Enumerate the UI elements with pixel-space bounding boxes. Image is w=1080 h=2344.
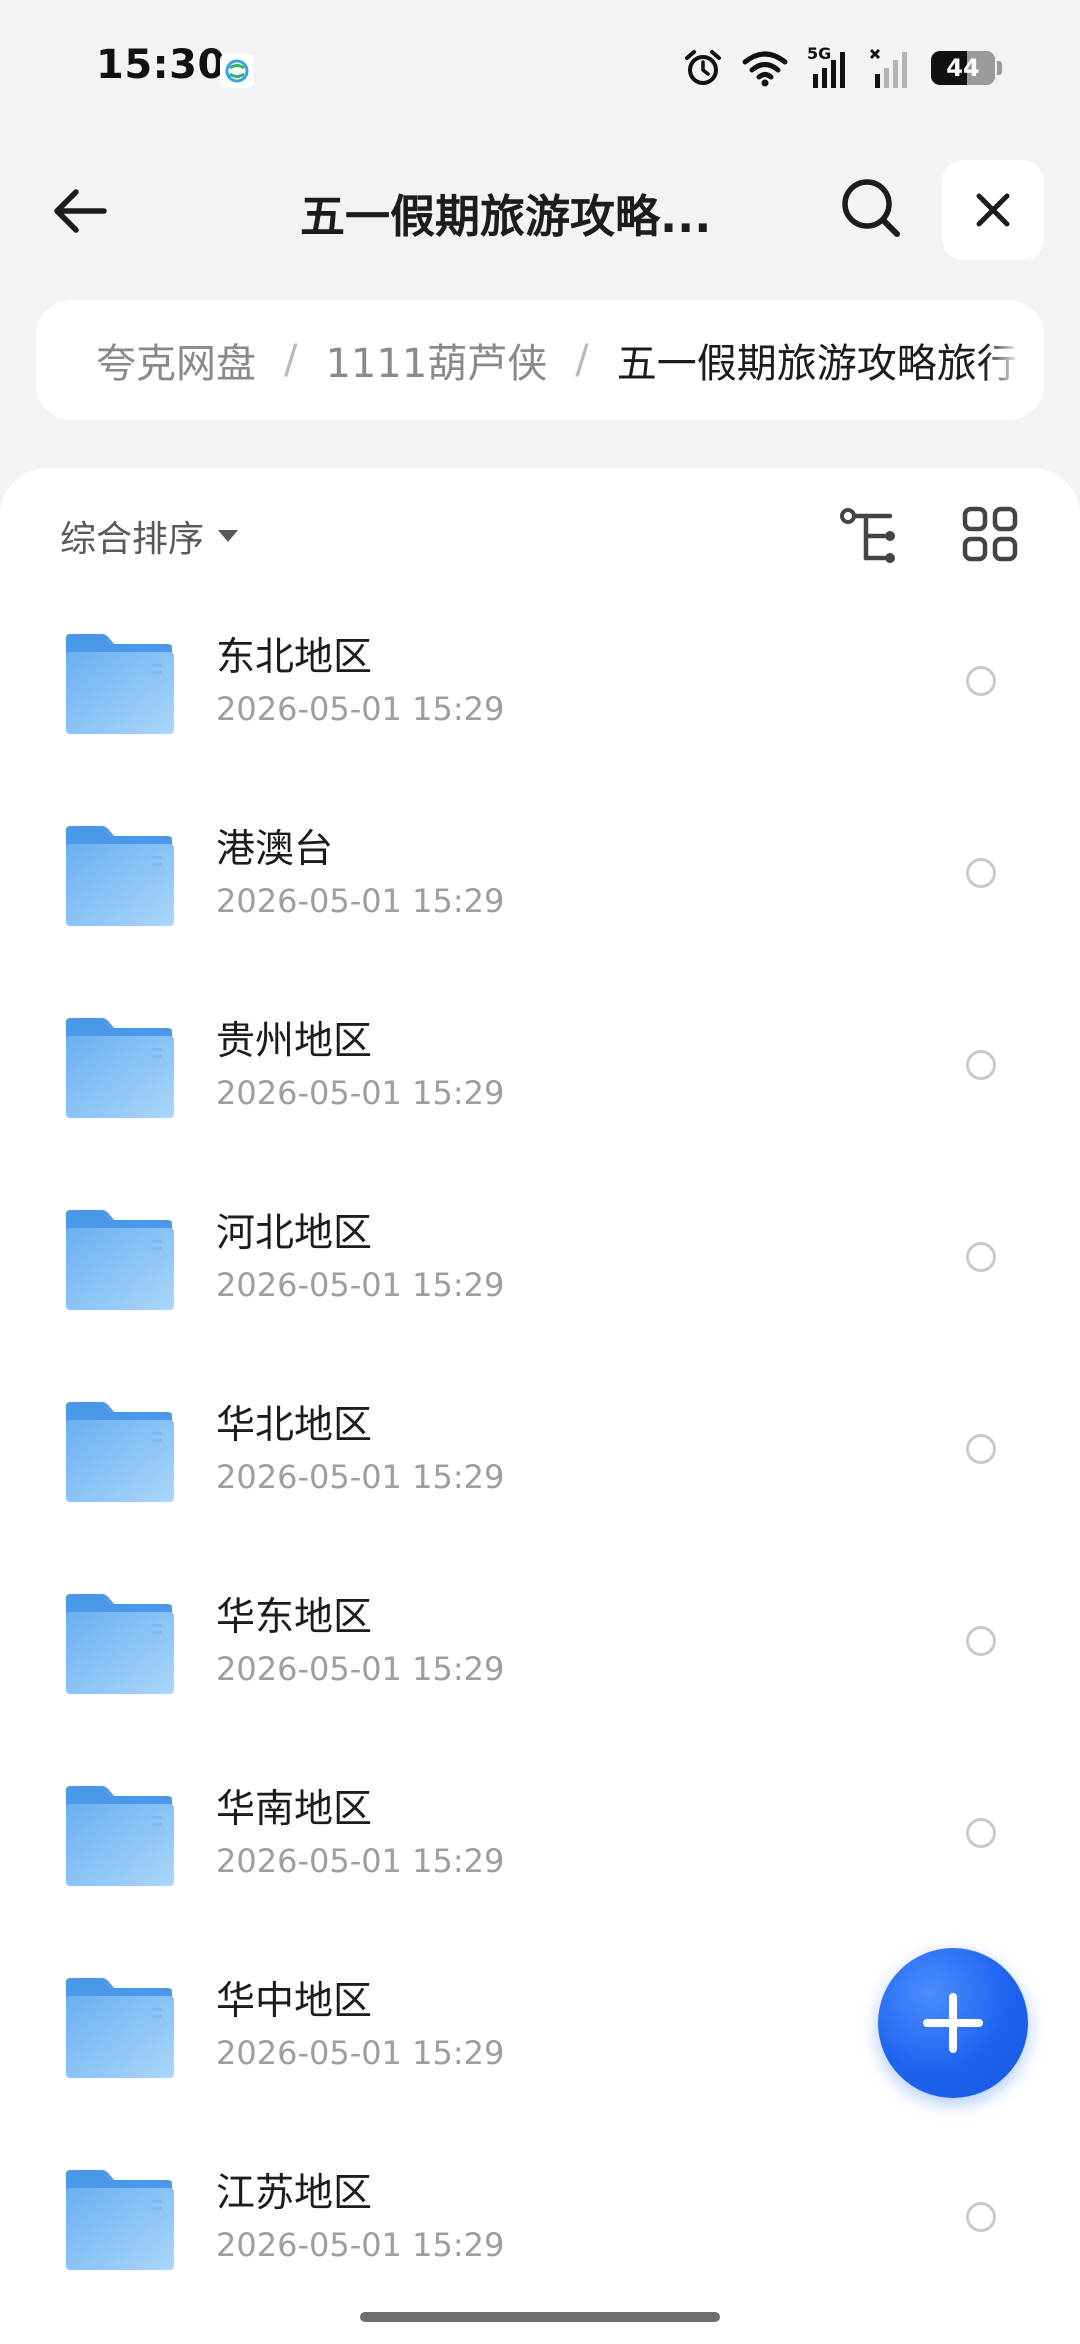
file-date: 2026-05-01 15:29	[216, 1266, 505, 1304]
alarm-icon	[685, 50, 721, 85]
file-row[interactable]: 华南地区 2026-05-01 15:29	[0, 1740, 1080, 1932]
folder-icon	[66, 826, 174, 926]
file-row[interactable]: 华北地区 2026-05-01 15:29	[0, 1356, 1080, 1548]
breadcrumb-separator: /	[575, 337, 589, 383]
select-checkbox[interactable]	[966, 666, 996, 696]
back-button[interactable]	[44, 175, 116, 247]
file-name: 华南地区	[216, 1787, 373, 1832]
file-row[interactable]: 东北地区 2026-05-01 15:29	[0, 588, 1080, 780]
breadcrumb-separator: /	[284, 337, 298, 383]
file-date: 2026-05-01 15:29	[216, 882, 505, 920]
page-title: 五一假期旅游攻略...	[300, 190, 712, 243]
file-date: 2026-05-01 15:29	[216, 1074, 505, 1112]
signal-icon	[813, 52, 845, 88]
file-date: 2026-05-01 15:29	[216, 1458, 505, 1496]
file-row[interactable]: 贵州地区 2026-05-01 15:29	[0, 972, 1080, 1164]
select-checkbox[interactable]	[966, 1242, 996, 1272]
file-row[interactable]: 江苏地区 2026-05-01 15:29	[0, 2124, 1080, 2316]
breadcrumb-item-root[interactable]: 夸克网盘	[96, 331, 256, 389]
select-checkbox[interactable]	[966, 1818, 996, 1848]
file-date: 2026-05-01 15:29	[216, 690, 505, 728]
arrow-left-icon	[54, 189, 107, 233]
sort-dropdown[interactable]: 综合排序	[60, 510, 239, 562]
close-button[interactable]	[942, 160, 1044, 260]
grid-view-icon[interactable]	[962, 506, 1018, 562]
search-icon	[842, 179, 900, 237]
sort-label: 综合排序	[60, 519, 205, 560]
folder-icon	[66, 1210, 174, 1310]
list-toolbar: 综合排序	[0, 468, 1080, 598]
file-name: 东北地区	[216, 635, 373, 680]
file-name: 河北地区	[216, 1211, 373, 1256]
file-row[interactable]: 港澳台 2026-05-01 15:29	[0, 780, 1080, 972]
select-checkbox[interactable]	[966, 2202, 996, 2232]
select-checkbox[interactable]	[966, 858, 996, 888]
folder-icon	[66, 1978, 174, 2078]
file-date: 2026-05-01 15:29	[216, 2034, 505, 2072]
file-name: 港澳台	[216, 827, 334, 872]
breadcrumb-item-parent[interactable]: 1111葫芦侠	[325, 331, 547, 389]
file-name: 贵州地区	[216, 1019, 373, 1064]
folder-icon	[66, 634, 174, 734]
select-checkbox[interactable]	[966, 1626, 996, 1656]
file-date: 2026-05-01 15:29	[216, 2226, 505, 2264]
breadcrumb-item-current: 五一假期旅游攻略旅行	[616, 341, 1017, 387]
file-date: 2026-05-01 15:29	[216, 1650, 505, 1688]
file-name: 华北地区	[216, 1403, 373, 1448]
file-name: 江苏地区	[216, 2171, 373, 2216]
add-button[interactable]	[878, 1948, 1028, 2098]
header: 五一假期旅游攻略...	[0, 150, 1080, 270]
folder-icon	[66, 1594, 174, 1694]
folder-icon	[66, 1786, 174, 1886]
breadcrumb: 夸克网盘 / 1111葫芦侠 / 五一假期旅游攻略旅行	[36, 300, 1044, 420]
select-checkbox[interactable]	[966, 1434, 996, 1464]
wifi-icon	[742, 51, 788, 87]
status-time: 15:30	[96, 42, 226, 88]
file-name: 华中地区	[216, 1979, 373, 2024]
cellular-5g: 5G	[807, 44, 851, 90]
file-row[interactable]: 华东地区 2026-05-01 15:29	[0, 1548, 1080, 1740]
signal-weak-icon	[869, 48, 907, 88]
battery-icon: 44	[931, 51, 995, 85]
folder-icon	[66, 2170, 174, 2270]
select-checkbox[interactable]	[966, 1050, 996, 1080]
battery-level: 44	[946, 54, 980, 82]
tree-view-icon[interactable]	[838, 506, 900, 568]
search-button[interactable]	[835, 172, 907, 244]
file-date: 2026-05-01 15:29	[216, 1842, 505, 1880]
carrier-icon	[220, 54, 254, 88]
home-indicator[interactable]	[360, 2312, 720, 2322]
status-bar: 15:30 5G 44	[0, 0, 1080, 140]
file-name: 华东地区	[216, 1595, 373, 1640]
plus-icon	[923, 1993, 983, 2053]
file-row[interactable]: 河北地区 2026-05-01 15:29	[0, 1164, 1080, 1356]
folder-icon	[66, 1402, 174, 1502]
status-icons: 5G 44	[683, 44, 1002, 90]
close-icon	[976, 193, 1010, 227]
folder-icon	[66, 1018, 174, 1118]
caret-down-icon	[218, 530, 239, 542]
